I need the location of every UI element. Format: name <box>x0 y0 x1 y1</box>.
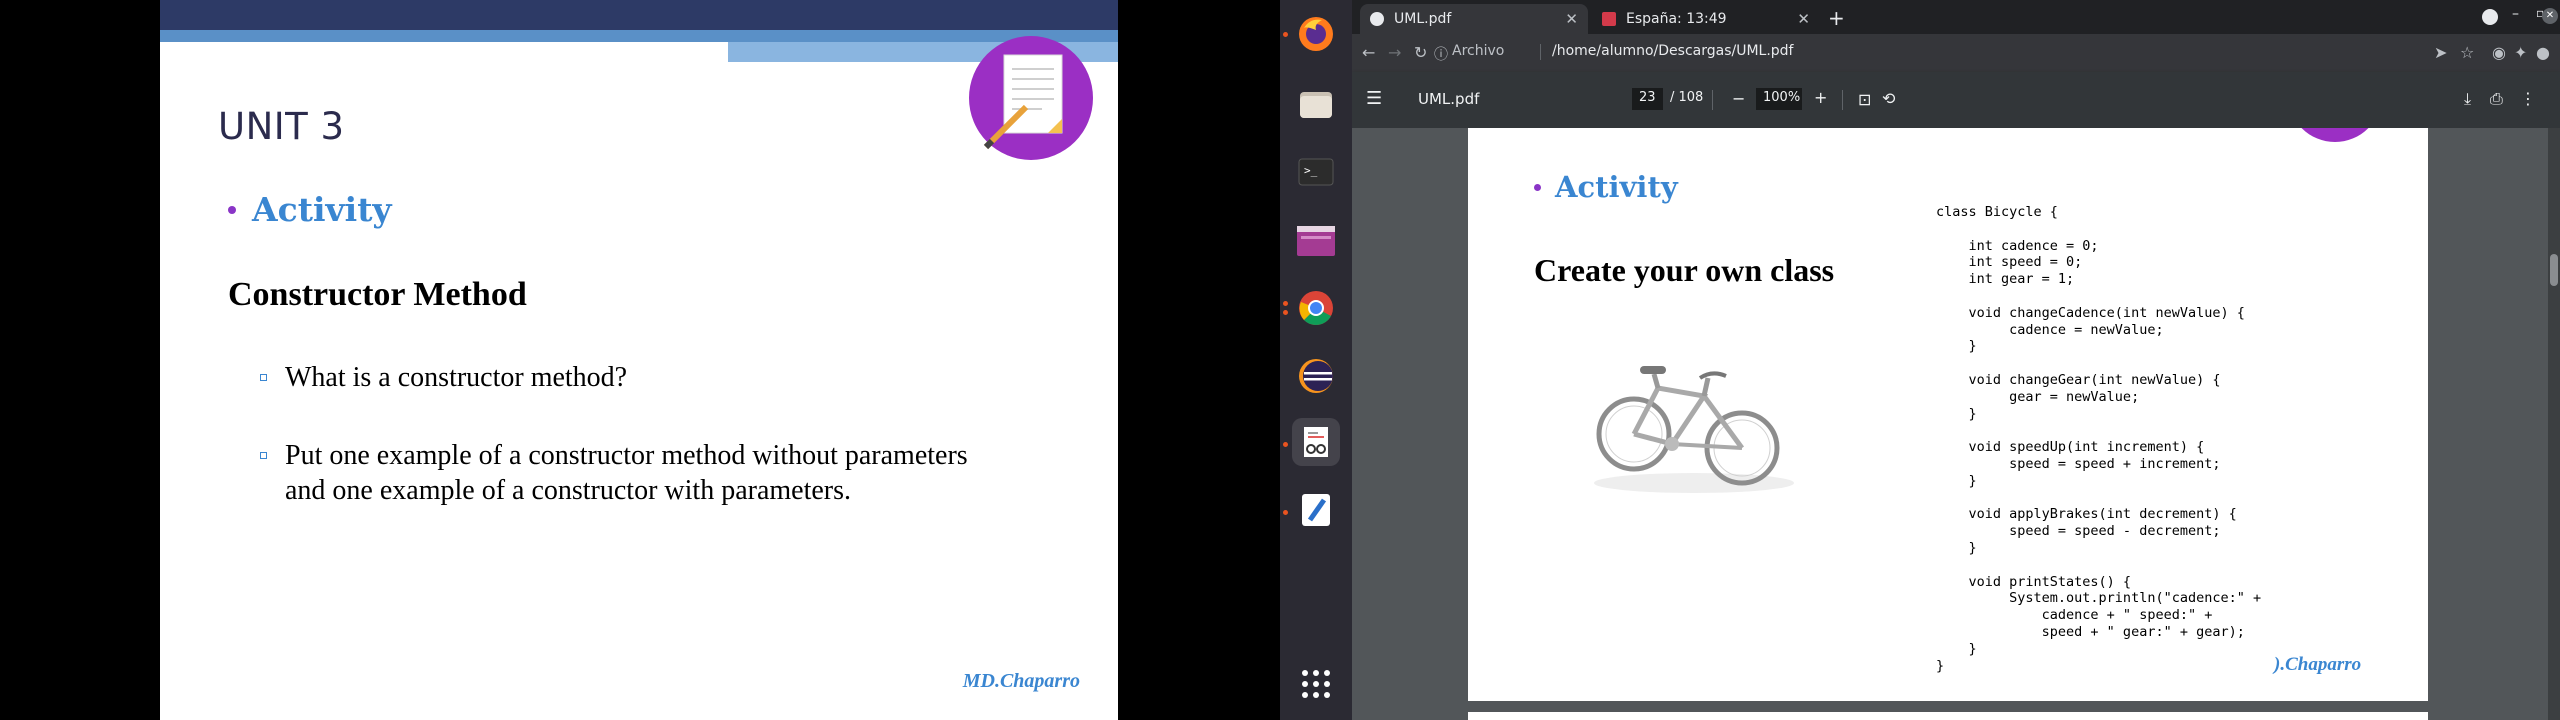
slide-heading: Constructor Method <box>228 276 527 313</box>
square-bullet-icon <box>260 374 267 381</box>
rotate-icon[interactable]: ⟲ <box>1882 89 1895 108</box>
zoom-input[interactable]: 100% <box>1756 88 1802 110</box>
pdf-heading: Create your own class <box>1534 252 1835 288</box>
pdf-page: Activity Create your own class class Bic… <box>1468 128 2428 701</box>
ubuntu-dock: >_ <box>1280 0 1352 720</box>
info-icon[interactable]: ⓘ <box>1434 44 1448 64</box>
firefox-icon[interactable] <box>1292 10 1340 58</box>
files-icon[interactable] <box>1292 80 1340 128</box>
toolbar-divider <box>1842 90 1843 110</box>
document-edit-icon <box>968 35 1094 161</box>
reload-icon[interactable]: ↻ <box>1414 43 1427 62</box>
chrome-icon[interactable] <box>1292 284 1340 332</box>
bookmark-star-icon[interactable]: ☆ <box>2460 43 2474 62</box>
presentation-slide: UNIT 3 Activity Constructor Method What … <box>160 0 1118 720</box>
pdf-signature: ).Chaparro <box>2274 654 2362 675</box>
document-viewer-icon[interactable] <box>1292 418 1340 466</box>
more-options-icon[interactable]: ⋮ <box>2520 89 2536 108</box>
slide-title: UNIT 3 <box>218 105 345 148</box>
pdf-viewport[interactable]: Activity Create your own class class Bic… <box>1352 128 2560 720</box>
pdf-scrollbar[interactable] <box>2548 128 2560 720</box>
slide-bullet: Activity <box>228 190 392 229</box>
address-separator <box>1540 44 1541 60</box>
tab-title: España: 13:49 <box>1626 11 1727 27</box>
terminal-icon[interactable]: >_ <box>1292 148 1340 196</box>
profile-icon[interactable]: ● <box>2536 43 2550 62</box>
bicycle-image <box>1574 348 1804 498</box>
show-applications-icon[interactable] <box>1292 660 1340 708</box>
forward-icon[interactable]: → <box>1388 43 1401 62</box>
tab-title: UML.pdf <box>1394 11 1452 27</box>
bullet-dot-icon <box>1534 183 1541 191</box>
tab-close-icon[interactable]: ✕ <box>1565 10 1578 28</box>
scrollbar-thumb[interactable] <box>2550 254 2558 286</box>
next-pdf-page <box>1468 712 2428 720</box>
slide-question-text: What is a constructor method? <box>285 362 628 393</box>
right-monitor: >_ UML.pdf ✕ España: 13:49 ✕ + – ▫ ✕ ← →… <box>1280 0 2560 720</box>
tab-espana[interactable]: España: 13:49 ✕ <box>1592 4 1820 34</box>
download-icon[interactable]: ⤓ <box>2464 89 2471 109</box>
page-number-input[interactable]: 23 <box>1632 88 1663 110</box>
slide-question-1: What is a constructor method? <box>260 360 1005 395</box>
software-window-icon[interactable] <box>1292 216 1340 264</box>
toolbar-divider <box>1712 90 1713 110</box>
bullet-dot-icon <box>228 205 236 214</box>
tab-favicon-icon <box>1602 12 1616 26</box>
pdf-filename: UML.pdf <box>1418 90 1480 108</box>
print-icon[interactable]: ⎙ <box>2490 89 2503 109</box>
pdf-bullet-text: Activity <box>1555 170 1678 204</box>
address-scheme-label: Archivo <box>1452 43 1505 59</box>
text-editor-icon[interactable] <box>1292 486 1340 534</box>
svg-text:>_: >_ <box>1304 164 1318 177</box>
pdf-viewer-toolbar: ☰ UML.pdf 23 / 108 − 100% + ⊡ ⟲ ⤓ ⎙ ⋮ <box>1352 72 2560 128</box>
tab-strip: UML.pdf ✕ España: 13:49 ✕ + – ▫ ✕ <box>1352 0 2560 34</box>
slide-signature: MD.Chaparro <box>962 670 1080 692</box>
new-tab-button[interactable]: + <box>1828 6 1845 30</box>
menu-icon[interactable]: ☰ <box>1366 88 1382 109</box>
eclipse-icon[interactable] <box>1292 352 1340 400</box>
back-icon[interactable]: ← <box>1362 43 1375 62</box>
running-indicator <box>1283 310 1288 315</box>
zoom-in-icon[interactable]: + <box>1814 88 1827 107</box>
minimize-icon[interactable]: – <box>2512 6 2519 22</box>
running-indicator <box>1283 301 1288 306</box>
fit-page-icon[interactable]: ⊡ <box>1858 90 1871 109</box>
page-total: / 108 <box>1670 90 1704 105</box>
left-monitor: UNIT 3 Activity Constructor Method What … <box>0 0 1280 720</box>
chrome-window: UML.pdf ✕ España: 13:49 ✕ + – ▫ ✕ ← → ↻ … <box>1352 0 2560 720</box>
zoom-out-icon[interactable]: − <box>1732 89 1745 108</box>
extension-icon[interactable]: ◉ <box>2492 43 2506 62</box>
tab-close-icon[interactable]: ✕ <box>1797 10 1810 28</box>
slide-top-band <box>160 0 1118 30</box>
slide-question-text: Put one example of a constructor method … <box>285 440 968 506</box>
running-indicator <box>1283 32 1288 37</box>
browser-toolbar: ← → ↻ ⓘ Archivo /home/alumno/Descargas/U… <box>1352 34 2560 72</box>
tab-uml-pdf[interactable]: UML.pdf ✕ <box>1360 4 1588 34</box>
globe-icon <box>1370 12 1384 26</box>
close-window-icon[interactable]: ✕ <box>2542 8 2558 24</box>
address-bar[interactable]: /home/alumno/Descargas/UML.pdf <box>1552 43 1794 59</box>
tab-search-icon[interactable] <box>2482 9 2498 25</box>
java-code-block: class Bicycle { int cadence = 0; int spe… <box>1936 204 2262 674</box>
send-icon[interactable]: ➤ <box>2434 43 2447 62</box>
puzzle-icon[interactable]: ✦ <box>2514 43 2527 62</box>
document-edit-icon-partial <box>2288 128 2382 142</box>
running-indicator <box>1283 442 1288 447</box>
square-bullet-icon <box>260 452 267 459</box>
pdf-bullet: Activity <box>1534 170 1678 204</box>
slide-question-2: Put one example of a constructor method … <box>260 438 1005 508</box>
slide-top-band-white <box>160 42 728 64</box>
slide-bullet-text: Activity <box>252 190 392 229</box>
running-indicator <box>1283 510 1288 515</box>
